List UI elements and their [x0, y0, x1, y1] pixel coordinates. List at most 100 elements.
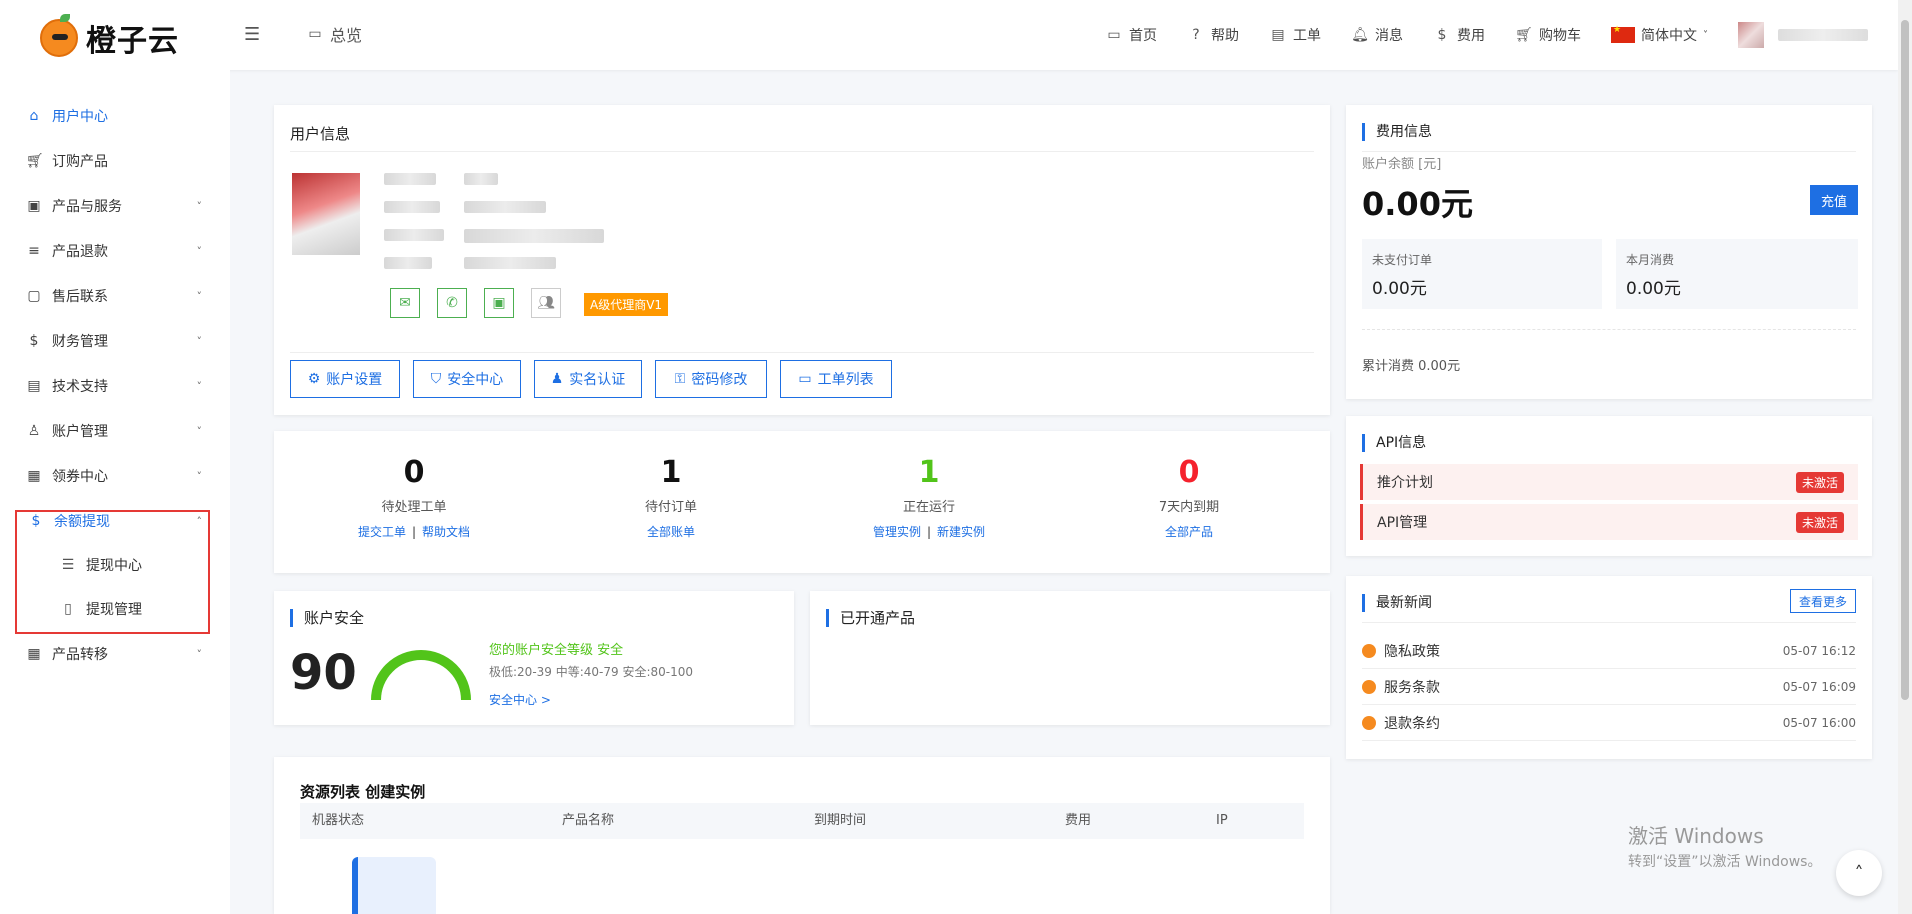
monitor-icon: ▭: [1107, 27, 1121, 43]
manage-instances-link[interactable]: 管理实例: [873, 525, 921, 539]
sidebar-item-tech-support[interactable]: ▤ 技术支持 ˅: [0, 364, 230, 408]
sidebar-item-after-sales[interactable]: ▢ 售后联系 ˅: [0, 274, 230, 318]
total-spend: 累计消费 0.00元: [1362, 359, 1461, 374]
stat-label: 待付订单: [644, 500, 697, 515]
sidebar-item-label: 售后联系: [52, 289, 108, 305]
brand-logo[interactable]: 橙子云: [40, 14, 179, 60]
stat-expiring: 0 7天内到期 全部产品: [1089, 455, 1289, 540]
cart-icon: 🛒︎: [26, 153, 44, 169]
fees-card: 费用信息 账户余额 [元] 0.00元 充值 未支付订单 0.00元 本月消费 …: [1346, 105, 1872, 399]
group-icon[interactable]: 👥︎: [531, 288, 561, 318]
divider: [1362, 329, 1856, 330]
stats-card: 0 待处理工单 提交工单 | 帮助文档 1 待付订单 全部账单 1 正在运行 管理实…: [274, 431, 1330, 573]
sidebar-item-finance[interactable]: $ 财务管理 ˅: [0, 319, 230, 363]
nav-fees[interactable]: $ 费用: [1433, 25, 1485, 45]
nav-messages-label: 消息: [1375, 28, 1403, 44]
nav-help-label: 帮助: [1211, 28, 1239, 44]
news-item[interactable]: 隐私政策 05-07 16:12: [1362, 633, 1856, 669]
chevron-down-icon: ˅: [196, 244, 203, 258]
orange-logo-icon: [40, 14, 78, 57]
top-header: 橙子云 ☰ ▭ 总览 ▭ 首页 ? 帮助 ▤ 工单 🔔︎ 消息 $ 费用 🛒︎ 购物车 简体…: [0, 0, 1898, 70]
chevron-down-icon: ˅: [196, 334, 203, 348]
account-settings-button[interactable]: ⚙ 账户设置: [290, 360, 400, 398]
nav-ticket[interactable]: ▤ 工单: [1269, 25, 1321, 45]
document-icon: ▤: [27, 378, 41, 394]
news-title-text: 服务条款: [1384, 679, 1440, 696]
column-header: IP: [1216, 813, 1228, 828]
news-bullet-icon: [1362, 643, 1376, 658]
grid-icon: ▦: [27, 646, 41, 662]
nav-messages[interactable]: 🔔︎ 消息: [1351, 25, 1403, 45]
column-header: 产品名称: [562, 813, 615, 828]
security-level-text: 您的账户安全等级 安全: [489, 643, 624, 658]
all-bills-link[interactable]: 全部账单: [647, 525, 695, 539]
column-header: 机器状态: [312, 813, 365, 828]
stat-value: 0: [403, 455, 425, 490]
back-to-top-button[interactable]: ˄: [1836, 850, 1882, 896]
sidebar-item-order-products[interactable]: 🛒︎ 订购产品: [0, 139, 230, 183]
help-docs-link[interactable]: 帮助文档: [422, 525, 470, 539]
news-card: 最新新闻 查看更多 隐私政策 05-07 16:12 服务条款 05-07 16:0…: [1346, 576, 1872, 759]
email-verify-icon[interactable]: ✉: [390, 288, 420, 318]
nav-fees-label: 费用: [1457, 28, 1485, 44]
windows-activation-watermark: 激活 Windows 转到“设置”以激活 Windows。: [1628, 820, 1821, 871]
new-instance-link[interactable]: 新建实例: [937, 525, 985, 539]
sidebar: ⌂ 用户中心 🛒︎ 订购产品 ▣ 产品与服务 ˅ ≡ 产品退款 ˅ ▢ 售后联系 ˅ $ 财务管理…: [0, 70, 230, 914]
nav-help[interactable]: ? 帮助: [1187, 25, 1239, 45]
avatar[interactable]: [292, 173, 360, 255]
status-badge: 未激活: [1795, 511, 1844, 533]
sidebar-item-label: 技术支持: [52, 379, 108, 395]
news-item[interactable]: 退款条约 05-07 16:00: [1362, 705, 1856, 741]
language-select[interactable]: 简体中文 ˅: [1611, 25, 1708, 45]
sidebar-item-product-transfer[interactable]: ▦ 产品转移 ˅: [0, 632, 230, 676]
briefcase-icon: ▣: [27, 198, 41, 214]
key-icon: ⚿: [674, 371, 686, 387]
sidebar-item-user-center[interactable]: ⌂ 用户中心: [0, 94, 230, 138]
news-title-text: 隐私政策: [1384, 643, 1440, 660]
divider: [1362, 151, 1856, 152]
sidebar-item-label: 账户管理: [52, 424, 108, 440]
real-name-auth-button[interactable]: ♟ 实名认证: [534, 360, 642, 398]
sidebar-item-label: 领券中心: [52, 469, 108, 485]
language-label: 简体中文: [1641, 28, 1697, 44]
column-header: 到期时间: [814, 813, 867, 828]
ticket-list-button[interactable]: ▭ 工单列表: [780, 360, 892, 398]
month-value: 0.00元: [1626, 279, 1681, 299]
security-range-text: 极低:20-39 中等:40-79 安全:80-100: [489, 665, 694, 679]
china-flag-icon: [1611, 25, 1635, 43]
view-more-button[interactable]: 查看更多: [1790, 589, 1856, 613]
stat-pending-tickets: 0 待处理工单 提交工单 | 帮助文档: [314, 455, 514, 540]
nav-home[interactable]: ▭ 首页: [1105, 25, 1157, 45]
resources-card: 资源列表 创建实例 机器状态 产品名称 到期时间 费用 IP: [274, 757, 1330, 914]
sidebar-item-coupons[interactable]: ▦ 领券中心 ˅: [0, 454, 230, 498]
scrollbar-thumb[interactable]: [1901, 20, 1909, 700]
sidebar-item-account[interactable]: ♙ 账户管理 ˅: [0, 409, 230, 453]
user-menu[interactable]: [1738, 22, 1868, 48]
phone-verify-icon[interactable]: ✆: [437, 288, 467, 318]
id-card-icon[interactable]: ▣: [484, 288, 514, 318]
all-products-link[interactable]: 全部产品: [1165, 525, 1213, 539]
change-password-button[interactable]: ⚿ 密码修改: [655, 360, 767, 398]
table-header: 机器状态 产品名称 到期时间 费用 IP: [300, 803, 1304, 839]
api-row-api-manage[interactable]: API管理 未激活: [1360, 504, 1858, 540]
chevron-down-icon: ˅: [196, 469, 203, 483]
news-item[interactable]: 服务条款 05-07 16:09: [1362, 669, 1856, 705]
nav-cart[interactable]: 🛒︎ 购物车: [1515, 25, 1581, 45]
scrollbar[interactable]: [1898, 0, 1912, 914]
gear-icon: ⚙: [307, 371, 321, 387]
sidebar-item-refund[interactable]: ≡ 产品退款 ˅: [0, 229, 230, 273]
security-center-button[interactable]: ⛉ 安全中心: [413, 360, 521, 398]
submit-ticket-link[interactable]: 提交工单: [358, 525, 406, 539]
username-blurred: [1778, 29, 1868, 41]
security-center-link[interactable]: 安全中心 >: [489, 691, 551, 708]
sidebar-item-products-services[interactable]: ▣ 产品与服务 ˅: [0, 184, 230, 228]
sliders-icon: ≡: [28, 243, 40, 259]
resources-title: 资源列表 创建实例: [300, 783, 426, 801]
menu-collapse-icon[interactable]: ☰: [244, 24, 260, 45]
overview-link[interactable]: ▭ 总览: [306, 22, 362, 46]
bell-icon: 🔔︎: [1351, 27, 1369, 43]
button-label: 工单列表: [817, 372, 874, 388]
overview-label: 总览: [330, 26, 363, 45]
recharge-button[interactable]: 充值: [1810, 185, 1858, 215]
api-row-referral[interactable]: 推介计划 未激活: [1360, 464, 1858, 500]
